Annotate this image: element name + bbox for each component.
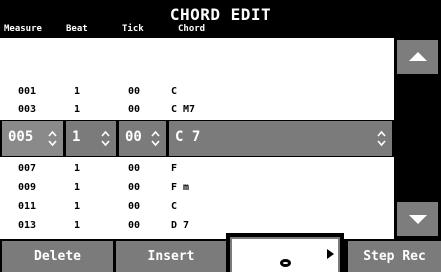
table-row[interactable]: 009 1 00 F m xyxy=(0,180,394,196)
tick-field[interactable]: 00 xyxy=(119,121,166,156)
cell-measure: 001 xyxy=(18,86,37,97)
cell-tick: 00 xyxy=(128,86,141,97)
cell-beat: 1 xyxy=(74,104,81,115)
chord-list-above: 001 1 00 C 003 1 00 C M7 xyxy=(0,38,394,120)
column-header-beat: Beat xyxy=(66,24,88,34)
cell-chord: D 7 xyxy=(171,220,190,231)
up-down-chevron-icon xyxy=(377,130,386,147)
up-down-chevron-icon xyxy=(101,130,110,147)
whole-note-icon xyxy=(280,259,291,267)
triangle-up-icon xyxy=(409,52,427,61)
table-row[interactable]: 003 1 00 C M7 xyxy=(0,102,394,118)
cell-measure: 003 xyxy=(18,104,37,115)
cell-beat: 1 xyxy=(74,182,81,193)
step-rec-button[interactable]: Step Rec xyxy=(348,241,441,272)
cell-tick: 00 xyxy=(128,220,141,231)
column-header-chord: Chord xyxy=(178,24,206,34)
table-row[interactable]: 007 1 00 F xyxy=(0,161,394,177)
cell-beat: 1 xyxy=(74,220,81,231)
table-row[interactable]: 011 1 00 C xyxy=(0,199,394,215)
measure-field[interactable]: 005 xyxy=(2,121,63,156)
delete-button[interactable]: Delete xyxy=(2,241,113,272)
up-down-chevron-icon xyxy=(151,130,160,147)
note-play-button-face xyxy=(230,237,340,272)
measure-value: 005 xyxy=(8,129,34,145)
cell-chord: C xyxy=(171,201,178,212)
cell-measure: 013 xyxy=(18,220,37,231)
table-row[interactable]: 013 1 00 D 7 xyxy=(0,218,394,234)
column-header-tick: Tick xyxy=(122,24,144,34)
note-play-button[interactable] xyxy=(226,233,344,272)
beat-field[interactable]: 1 xyxy=(66,121,116,156)
chord-field[interactable]: C 7 xyxy=(169,121,392,156)
cell-chord: C xyxy=(171,86,178,97)
up-down-chevron-icon xyxy=(48,130,57,147)
cell-tick: 00 xyxy=(128,163,141,174)
play-icon xyxy=(327,249,334,259)
cell-beat: 1 xyxy=(74,201,81,212)
column-header-measure: Measure xyxy=(4,24,42,34)
cell-measure: 009 xyxy=(18,182,37,193)
scroll-down-button[interactable] xyxy=(397,202,438,236)
selected-chord-row: 005 1 00 C 7 xyxy=(0,120,394,157)
cell-tick: 00 xyxy=(128,104,141,115)
cell-chord: F m xyxy=(171,182,190,193)
chord-value: C 7 xyxy=(175,129,201,145)
bottom-button-bar: Delete Insert Step Rec xyxy=(0,239,441,272)
cell-tick: 00 xyxy=(128,182,141,193)
table-row[interactable]: 001 1 00 C xyxy=(0,84,394,100)
insert-button[interactable]: Insert xyxy=(116,241,226,272)
chord-list-below: 007 1 00 F 009 1 00 F m 011 1 00 C 013 1… xyxy=(0,157,394,239)
triangle-down-icon xyxy=(409,215,427,224)
cell-chord: C M7 xyxy=(171,104,196,115)
cell-tick: 00 xyxy=(128,201,141,212)
scroll-up-button[interactable] xyxy=(397,40,438,74)
tick-value: 00 xyxy=(125,129,142,145)
page-title: CHORD EDIT xyxy=(169,5,272,24)
cell-measure: 007 xyxy=(18,163,37,174)
cell-beat: 1 xyxy=(74,86,81,97)
cell-measure: 011 xyxy=(18,201,37,212)
cell-chord: F xyxy=(171,163,178,174)
beat-value: 1 xyxy=(72,129,81,145)
header-bar: CHORD EDIT Measure Beat Tick Chord xyxy=(0,0,441,38)
cell-beat: 1 xyxy=(74,163,81,174)
list-scrollbar xyxy=(394,38,441,239)
